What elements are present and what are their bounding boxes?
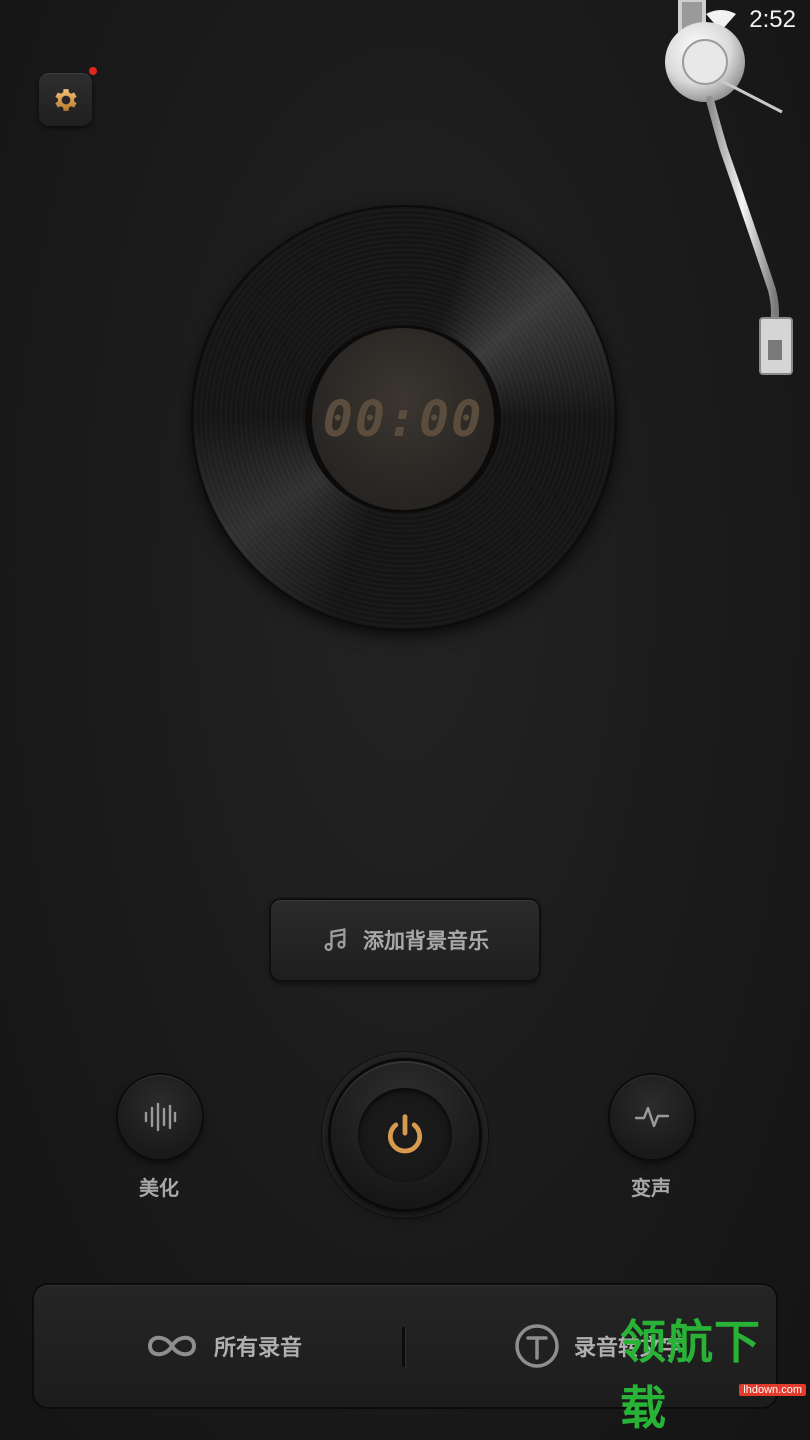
beautify-button[interactable] — [118, 1075, 202, 1159]
pulse-icon — [635, 1106, 669, 1128]
infinity-icon — [147, 1335, 197, 1357]
recording-timer: 00:00 — [322, 390, 484, 448]
add-background-music-label: 添加背景音乐 — [363, 929, 489, 953]
music-note-icon — [324, 928, 346, 952]
vinyl-label-center: 00:00 — [312, 328, 494, 510]
all-recordings-button[interactable]: 所有录音 — [144, 1285, 302, 1407]
gear-icon — [54, 88, 77, 111]
all-recordings-label: 所有录音 — [214, 1336, 303, 1361]
voice-change-button[interactable] — [610, 1075, 694, 1159]
settings-button[interactable] — [39, 73, 92, 126]
watermark: lhdown.com 领航下载 — [620, 1315, 810, 1440]
text-t-icon — [515, 1324, 559, 1368]
notification-dot — [89, 67, 97, 75]
vinyl-label: 00:00 — [305, 325, 501, 513]
power-icon — [387, 1114, 423, 1154]
bottom-bar-divider — [402, 1327, 405, 1367]
vinyl-record: 00:00 — [193, 207, 615, 629]
voice-change-label: 变声 — [631, 1176, 671, 1200]
add-background-music-button[interactable]: 添加背景音乐 — [271, 900, 539, 980]
record-button[interactable] — [331, 1061, 479, 1209]
waveform-icon — [144, 1102, 177, 1132]
tonearm-graphic — [665, 0, 793, 375]
watermark-text: 领航下载 — [620, 1315, 761, 1435]
beautify-label: 美化 — [139, 1176, 179, 1200]
record-button-inner — [358, 1088, 452, 1182]
